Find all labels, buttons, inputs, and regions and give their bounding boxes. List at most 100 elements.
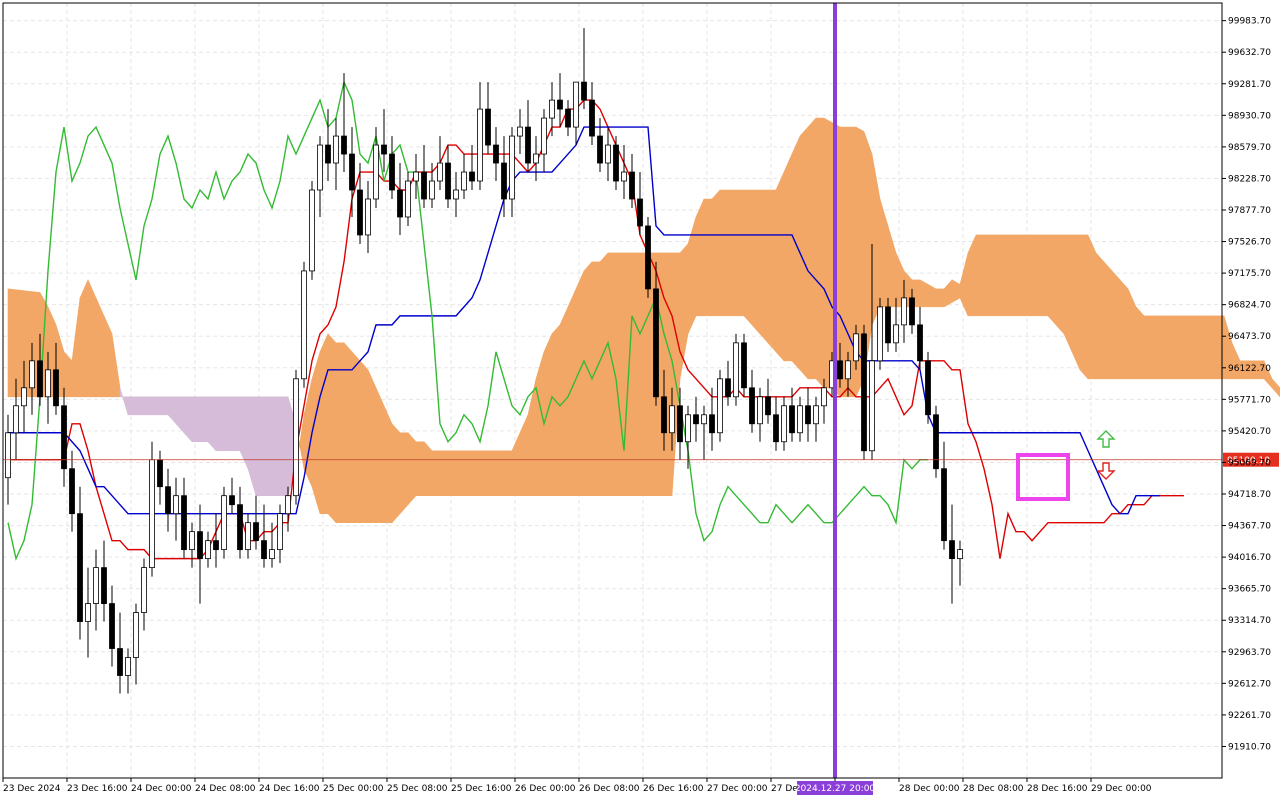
cloud-segment <box>479 450 489 496</box>
cloud-segment <box>311 351 321 514</box>
cloud-segment <box>1039 234 1049 317</box>
candle-body <box>845 360 851 380</box>
cloud-segment <box>383 405 393 523</box>
candle-body <box>941 468 947 542</box>
candle-body <box>621 171 627 182</box>
x-tick-label: 23 Dec 16:00 <box>67 784 128 794</box>
candle-body <box>933 414 939 470</box>
cloud-segment <box>487 450 497 496</box>
candle-body <box>349 153 355 191</box>
cloud-segment <box>423 440 433 496</box>
cloud-segment <box>79 279 89 398</box>
cloud-segment <box>1151 315 1161 380</box>
x-tick-label: 28 Dec 08:00 <box>963 784 1024 794</box>
candle-body <box>261 540 267 560</box>
candle-body <box>453 189 459 200</box>
candle-body <box>213 540 219 551</box>
cloud-segment <box>495 450 505 496</box>
cloud-segment <box>783 153 793 362</box>
x-tick-label: 24 Dec 08:00 <box>195 784 256 794</box>
candle-body <box>389 153 395 191</box>
cloud-segment <box>455 450 465 496</box>
candle-body <box>317 144 323 191</box>
cloud-segment <box>919 279 929 308</box>
candle-body <box>165 486 171 515</box>
candle-body <box>917 324 923 362</box>
y-tick-label: 96824.70 <box>1228 301 1271 311</box>
cloud-segment <box>375 387 385 523</box>
candle-body <box>893 324 899 344</box>
cloud-segment <box>711 189 721 317</box>
cloud-segment <box>1167 315 1177 380</box>
candle-body <box>309 189 315 272</box>
cloud-segment <box>1103 261 1113 380</box>
cloud-segment <box>223 396 233 452</box>
candle-body <box>765 396 771 416</box>
cloud-segment <box>87 279 97 398</box>
cloud-segment <box>263 396 273 496</box>
candle-body <box>293 378 299 497</box>
cloud-segment <box>191 396 201 443</box>
x-tick-label: 27 Dec 00:00 <box>707 784 768 794</box>
cloud-segment <box>591 261 601 496</box>
candle-body <box>301 270 307 380</box>
cloud-segment <box>719 189 729 317</box>
y-tick-label: 94016.70 <box>1228 553 1271 563</box>
cloud-segment <box>567 288 577 496</box>
candle-body <box>333 135 339 164</box>
candle-body <box>869 360 875 452</box>
candle-body <box>365 198 371 236</box>
candle-body <box>21 387 27 407</box>
cloud-segment <box>1119 279 1129 380</box>
candle-body <box>509 135 515 200</box>
candle-body <box>141 567 147 613</box>
candle-body <box>157 459 163 488</box>
candle-body <box>373 144 379 200</box>
y-tick-label: 92612.70 <box>1228 679 1271 689</box>
candle-body <box>53 369 59 407</box>
candle-body <box>677 405 683 443</box>
cloud-segment <box>743 189 753 326</box>
candle-body <box>957 549 963 560</box>
cloud-segment <box>279 396 289 496</box>
y-tick-label: 92261.70 <box>1228 711 1271 721</box>
x-tick-label: 24 Dec 16:00 <box>259 784 320 794</box>
y-tick-label: 97175.70 <box>1228 269 1271 279</box>
y-tick-label: 95069.70 <box>1228 458 1271 468</box>
candle-body <box>637 198 643 227</box>
cloud-segment <box>1183 315 1193 380</box>
candle-body <box>597 135 603 164</box>
cloud-segment <box>695 198 705 317</box>
candle-body <box>709 414 715 434</box>
y-tick-label: 95771.70 <box>1228 395 1271 405</box>
candle-body <box>885 306 891 344</box>
cloud-segment <box>1071 234 1081 370</box>
cloud-segment <box>1191 315 1201 380</box>
x-tick-label: 26 Dec 16:00 <box>643 784 704 794</box>
candle-body <box>37 360 43 398</box>
x-tick-label: 26 Dec 08:00 <box>579 784 640 794</box>
cloud-segment <box>407 431 417 506</box>
cloud-segment <box>7 288 17 398</box>
candle-body <box>589 99 595 137</box>
candle-body <box>533 153 539 164</box>
y-tick-label: 91910.70 <box>1228 742 1271 752</box>
candle-body <box>477 108 483 182</box>
x-tick-label: 24 Dec 00:00 <box>131 784 192 794</box>
candle-body <box>61 405 67 470</box>
candle-body <box>813 405 819 425</box>
y-tick-label: 97526.70 <box>1228 238 1271 248</box>
candle-body <box>101 567 107 604</box>
candle-body <box>445 162 451 200</box>
candle-body <box>749 387 755 425</box>
cloud-segment <box>231 396 241 452</box>
candle-body <box>109 603 115 649</box>
cloud-segment <box>159 396 169 416</box>
cloud-segment <box>823 117 833 389</box>
cloud-segment <box>463 450 473 496</box>
candle-body <box>821 387 827 407</box>
cloud-segment <box>663 252 673 496</box>
cloud-segment <box>575 270 585 496</box>
candle-body <box>925 360 931 416</box>
candle-body <box>837 360 843 380</box>
